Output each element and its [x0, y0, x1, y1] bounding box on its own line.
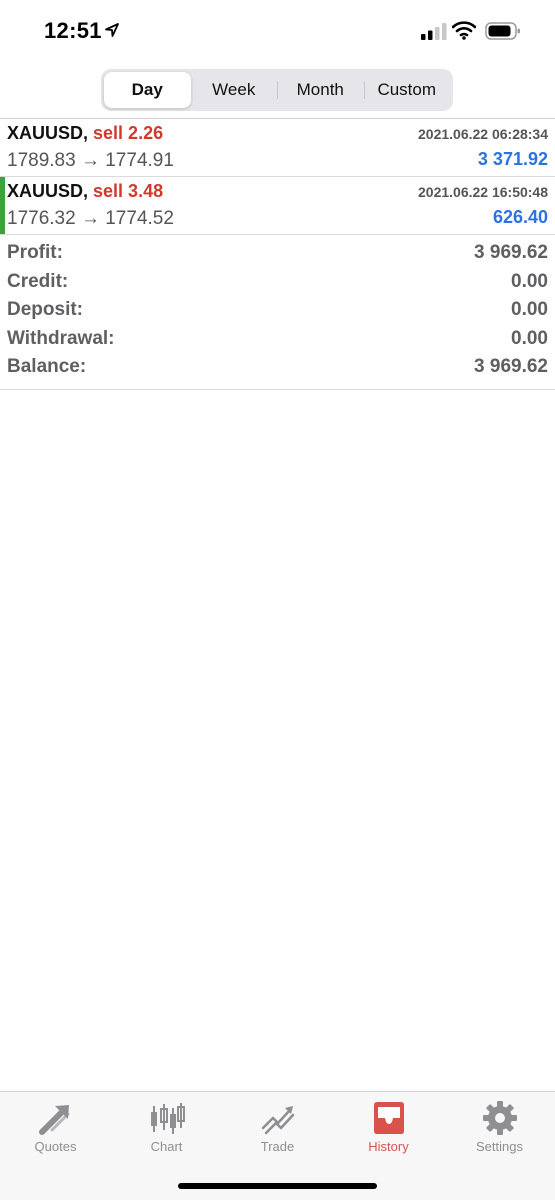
- inbox-tray-icon: [374, 1102, 404, 1134]
- tab-label: Trade: [260, 1139, 295, 1154]
- tab-history[interactable]: History: [333, 1092, 444, 1162]
- deal-prices: 1789.83 → 1774.91: [7, 150, 174, 171]
- summary-label: Credit:: [7, 270, 69, 292]
- summary-row-withdrawal: Withdrawal: 0.00: [0, 328, 555, 357]
- selected-marker: [0, 177, 5, 234]
- tab-day[interactable]: Day: [104, 72, 191, 108]
- deal-profit: 626.40: [492, 207, 548, 227]
- deal-prices: 1776.32 → 1774.52: [7, 208, 174, 229]
- deal-datetime: 2021.06.22 06:28:34: [418, 126, 548, 142]
- summary-value: 0.00: [511, 327, 548, 349]
- summary-row-credit: Credit: 0.00: [0, 271, 555, 300]
- quotes-arrows-icon: [39, 1105, 70, 1135]
- summary-value: 3 969.62: [474, 356, 548, 377]
- tab-week[interactable]: Week: [191, 72, 278, 108]
- trade-trend-icon: [261, 1106, 295, 1135]
- deal-row[interactable]: XAUUSD, sell 2.26 2021.06.22 06:28:34 17…: [0, 119, 555, 177]
- tab-custom[interactable]: Custom: [363, 72, 451, 108]
- cellular-signal-icon: [421, 23, 447, 40]
- tab-label: Settings: [476, 1139, 523, 1154]
- deal-row[interactable]: XAUUSD, sell 3.48 2021.06.22 16:50:48 17…: [0, 177, 555, 235]
- summary-label: Deposit:: [7, 299, 83, 320]
- candlestick-chart-icon: [151, 1103, 185, 1134]
- deal-symbol: XAUUSD,: [7, 181, 89, 201]
- tab-label: History: [368, 1139, 409, 1154]
- account-summary: Profit: 3 969.62 Credit: 0.00 Deposit: 0…: [0, 242, 555, 385]
- tab-label: Chart: [150, 1139, 183, 1154]
- summary-label: Balance:: [7, 356, 87, 377]
- tab-chart[interactable]: Chart: [111, 1092, 222, 1162]
- deal-title: XAUUSD, sell 2.26: [7, 123, 163, 144]
- tab-trade[interactable]: Trade: [222, 1092, 333, 1162]
- deal-profit: 3 371.92: [477, 149, 548, 169]
- summary-label: Profit:: [7, 242, 63, 263]
- tab-quotes[interactable]: Quotes: [0, 1092, 111, 1162]
- summary-row-balance: Balance: 3 969.62: [0, 356, 555, 385]
- summary-value: 0.00: [511, 299, 548, 320]
- gear-icon: [483, 1101, 517, 1135]
- deal-type: sell 3.48: [93, 181, 164, 201]
- battery-icon: [485, 22, 520, 40]
- summary-value: 3 969.62: [474, 242, 548, 263]
- status-time: 12:51: [44, 18, 102, 43]
- divider: [0, 389, 555, 390]
- deal-type: sell 2.26: [93, 123, 164, 143]
- home-indicator: [178, 1183, 377, 1189]
- period-segmented-control: Day Week Month Custom: [101, 69, 453, 111]
- summary-row-deposit: Deposit: 0.00: [0, 299, 555, 328]
- summary-row-profit: Profit: 3 969.62: [0, 242, 555, 271]
- deal-datetime: 2021.06.22 16:50:48: [418, 184, 548, 200]
- tab-label: Quotes: [34, 1139, 77, 1154]
- deal-title: XAUUSD, sell 3.48: [7, 181, 163, 202]
- wifi-icon: [452, 21, 476, 40]
- summary-label: Withdrawal:: [7, 327, 115, 349]
- status-bar: 12:51: [0, 0, 555, 62]
- tab-month[interactable]: Month: [277, 72, 364, 108]
- tab-settings[interactable]: Settings: [444, 1092, 555, 1162]
- deal-symbol: XAUUSD,: [7, 123, 89, 143]
- summary-value: 0.00: [511, 270, 548, 292]
- location-arrow-icon: [105, 23, 119, 37]
